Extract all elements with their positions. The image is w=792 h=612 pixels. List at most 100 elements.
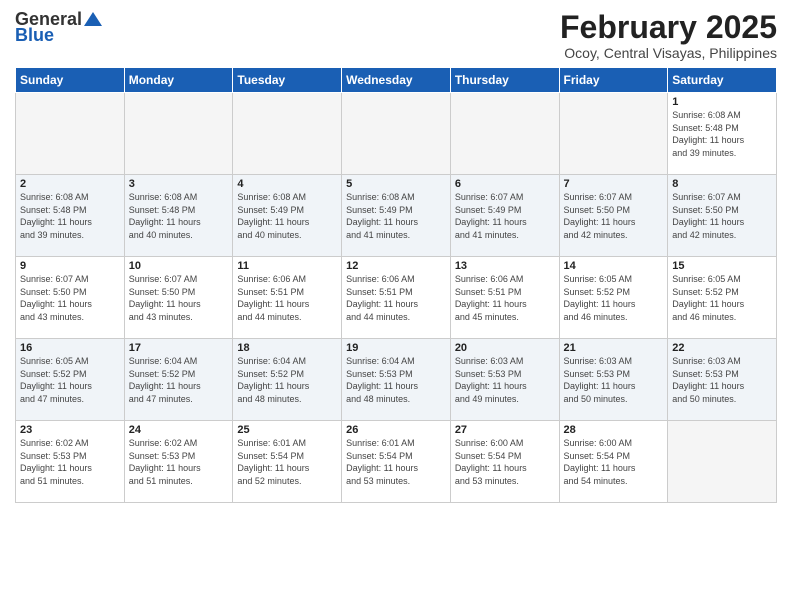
day-number: 22 xyxy=(672,342,772,354)
table-row xyxy=(559,93,668,175)
table-row: 5Sunrise: 6:08 AM Sunset: 5:49 PM Daylig… xyxy=(342,175,451,257)
logo-blue: Blue xyxy=(15,26,54,44)
table-row: 16Sunrise: 6:05 AM Sunset: 5:52 PM Dayli… xyxy=(16,339,125,421)
day-info: Sunrise: 6:03 AM Sunset: 5:53 PM Dayligh… xyxy=(672,355,772,405)
day-info: Sunrise: 6:07 AM Sunset: 5:50 PM Dayligh… xyxy=(564,191,664,241)
day-number: 14 xyxy=(564,260,664,272)
table-row: 9Sunrise: 6:07 AM Sunset: 5:50 PM Daylig… xyxy=(16,257,125,339)
calendar-week-row: 16Sunrise: 6:05 AM Sunset: 5:52 PM Dayli… xyxy=(16,339,777,421)
calendar-week-row: 2Sunrise: 6:08 AM Sunset: 5:48 PM Daylig… xyxy=(16,175,777,257)
day-number: 28 xyxy=(564,424,664,436)
day-number: 27 xyxy=(455,424,555,436)
month-year: February 2025 xyxy=(560,10,777,45)
table-row: 7Sunrise: 6:07 AM Sunset: 5:50 PM Daylig… xyxy=(559,175,668,257)
table-row xyxy=(233,93,342,175)
day-info: Sunrise: 6:00 AM Sunset: 5:54 PM Dayligh… xyxy=(455,437,555,487)
table-row: 3Sunrise: 6:08 AM Sunset: 5:48 PM Daylig… xyxy=(124,175,233,257)
day-info: Sunrise: 6:07 AM Sunset: 5:49 PM Dayligh… xyxy=(455,191,555,241)
table-row: 15Sunrise: 6:05 AM Sunset: 5:52 PM Dayli… xyxy=(668,257,777,339)
day-info: Sunrise: 6:07 AM Sunset: 5:50 PM Dayligh… xyxy=(672,191,772,241)
day-info: Sunrise: 6:06 AM Sunset: 5:51 PM Dayligh… xyxy=(346,273,446,323)
table-row: 13Sunrise: 6:06 AM Sunset: 5:51 PM Dayli… xyxy=(450,257,559,339)
day-info: Sunrise: 6:02 AM Sunset: 5:53 PM Dayligh… xyxy=(20,437,120,487)
col-friday: Friday xyxy=(559,68,668,93)
table-row: 19Sunrise: 6:04 AM Sunset: 5:53 PM Dayli… xyxy=(342,339,451,421)
day-info: Sunrise: 6:04 AM Sunset: 5:53 PM Dayligh… xyxy=(346,355,446,405)
table-row: 28Sunrise: 6:00 AM Sunset: 5:54 PM Dayli… xyxy=(559,421,668,503)
day-info: Sunrise: 6:08 AM Sunset: 5:49 PM Dayligh… xyxy=(237,191,337,241)
day-info: Sunrise: 6:00 AM Sunset: 5:54 PM Dayligh… xyxy=(564,437,664,487)
table-row: 14Sunrise: 6:05 AM Sunset: 5:52 PM Dayli… xyxy=(559,257,668,339)
day-number: 6 xyxy=(455,178,555,190)
table-row: 17Sunrise: 6:04 AM Sunset: 5:52 PM Dayli… xyxy=(124,339,233,421)
calendar-header-row: Sunday Monday Tuesday Wednesday Thursday… xyxy=(16,68,777,93)
table-row: 6Sunrise: 6:07 AM Sunset: 5:49 PM Daylig… xyxy=(450,175,559,257)
table-row: 12Sunrise: 6:06 AM Sunset: 5:51 PM Dayli… xyxy=(342,257,451,339)
day-number: 1 xyxy=(672,96,772,108)
day-info: Sunrise: 6:05 AM Sunset: 5:52 PM Dayligh… xyxy=(20,355,120,405)
day-number: 3 xyxy=(129,178,229,190)
col-sunday: Sunday xyxy=(16,68,125,93)
table-row: 21Sunrise: 6:03 AM Sunset: 5:53 PM Dayli… xyxy=(559,339,668,421)
day-number: 15 xyxy=(672,260,772,272)
day-info: Sunrise: 6:07 AM Sunset: 5:50 PM Dayligh… xyxy=(20,273,120,323)
day-number: 9 xyxy=(20,260,120,272)
day-number: 12 xyxy=(346,260,446,272)
table-row: 26Sunrise: 6:01 AM Sunset: 5:54 PM Dayli… xyxy=(342,421,451,503)
page: General Blue February 2025 Ocoy, Central… xyxy=(0,0,792,612)
day-info: Sunrise: 6:05 AM Sunset: 5:52 PM Dayligh… xyxy=(672,273,772,323)
day-number: 18 xyxy=(237,342,337,354)
day-info: Sunrise: 6:08 AM Sunset: 5:48 PM Dayligh… xyxy=(129,191,229,241)
table-row: 20Sunrise: 6:03 AM Sunset: 5:53 PM Dayli… xyxy=(450,339,559,421)
col-saturday: Saturday xyxy=(668,68,777,93)
table-row: 8Sunrise: 6:07 AM Sunset: 5:50 PM Daylig… xyxy=(668,175,777,257)
table-row xyxy=(342,93,451,175)
day-info: Sunrise: 6:02 AM Sunset: 5:53 PM Dayligh… xyxy=(129,437,229,487)
day-number: 20 xyxy=(455,342,555,354)
day-number: 4 xyxy=(237,178,337,190)
day-info: Sunrise: 6:01 AM Sunset: 5:54 PM Dayligh… xyxy=(237,437,337,487)
table-row: 22Sunrise: 6:03 AM Sunset: 5:53 PM Dayli… xyxy=(668,339,777,421)
location: Ocoy, Central Visayas, Philippines xyxy=(560,45,777,61)
day-number: 25 xyxy=(237,424,337,436)
day-number: 26 xyxy=(346,424,446,436)
calendar-week-row: 23Sunrise: 6:02 AM Sunset: 5:53 PM Dayli… xyxy=(16,421,777,503)
day-info: Sunrise: 6:06 AM Sunset: 5:51 PM Dayligh… xyxy=(455,273,555,323)
col-wednesday: Wednesday xyxy=(342,68,451,93)
calendar-week-row: 9Sunrise: 6:07 AM Sunset: 5:50 PM Daylig… xyxy=(16,257,777,339)
day-info: Sunrise: 6:03 AM Sunset: 5:53 PM Dayligh… xyxy=(564,355,664,405)
table-row: 1Sunrise: 6:08 AM Sunset: 5:48 PM Daylig… xyxy=(668,93,777,175)
day-info: Sunrise: 6:07 AM Sunset: 5:50 PM Dayligh… xyxy=(129,273,229,323)
col-tuesday: Tuesday xyxy=(233,68,342,93)
table-row: 24Sunrise: 6:02 AM Sunset: 5:53 PM Dayli… xyxy=(124,421,233,503)
day-number: 24 xyxy=(129,424,229,436)
day-number: 16 xyxy=(20,342,120,354)
table-row xyxy=(450,93,559,175)
logo-icon xyxy=(84,12,102,26)
table-row xyxy=(16,93,125,175)
day-number: 17 xyxy=(129,342,229,354)
table-row xyxy=(124,93,233,175)
day-number: 8 xyxy=(672,178,772,190)
table-row: 23Sunrise: 6:02 AM Sunset: 5:53 PM Dayli… xyxy=(16,421,125,503)
day-number: 2 xyxy=(20,178,120,190)
day-info: Sunrise: 6:01 AM Sunset: 5:54 PM Dayligh… xyxy=(346,437,446,487)
day-number: 7 xyxy=(564,178,664,190)
day-info: Sunrise: 6:04 AM Sunset: 5:52 PM Dayligh… xyxy=(237,355,337,405)
calendar: Sunday Monday Tuesday Wednesday Thursday… xyxy=(15,67,777,503)
day-number: 10 xyxy=(129,260,229,272)
table-row: 27Sunrise: 6:00 AM Sunset: 5:54 PM Dayli… xyxy=(450,421,559,503)
table-row: 4Sunrise: 6:08 AM Sunset: 5:49 PM Daylig… xyxy=(233,175,342,257)
table-row xyxy=(668,421,777,503)
day-info: Sunrise: 6:08 AM Sunset: 5:48 PM Dayligh… xyxy=(20,191,120,241)
header: General Blue February 2025 Ocoy, Central… xyxy=(15,10,777,61)
day-number: 21 xyxy=(564,342,664,354)
day-info: Sunrise: 6:06 AM Sunset: 5:51 PM Dayligh… xyxy=(237,273,337,323)
calendar-week-row: 1Sunrise: 6:08 AM Sunset: 5:48 PM Daylig… xyxy=(16,93,777,175)
day-info: Sunrise: 6:04 AM Sunset: 5:52 PM Dayligh… xyxy=(129,355,229,405)
logo: General Blue xyxy=(15,10,102,44)
table-row: 18Sunrise: 6:04 AM Sunset: 5:52 PM Dayli… xyxy=(233,339,342,421)
col-thursday: Thursday xyxy=(450,68,559,93)
table-row: 25Sunrise: 6:01 AM Sunset: 5:54 PM Dayli… xyxy=(233,421,342,503)
day-number: 5 xyxy=(346,178,446,190)
